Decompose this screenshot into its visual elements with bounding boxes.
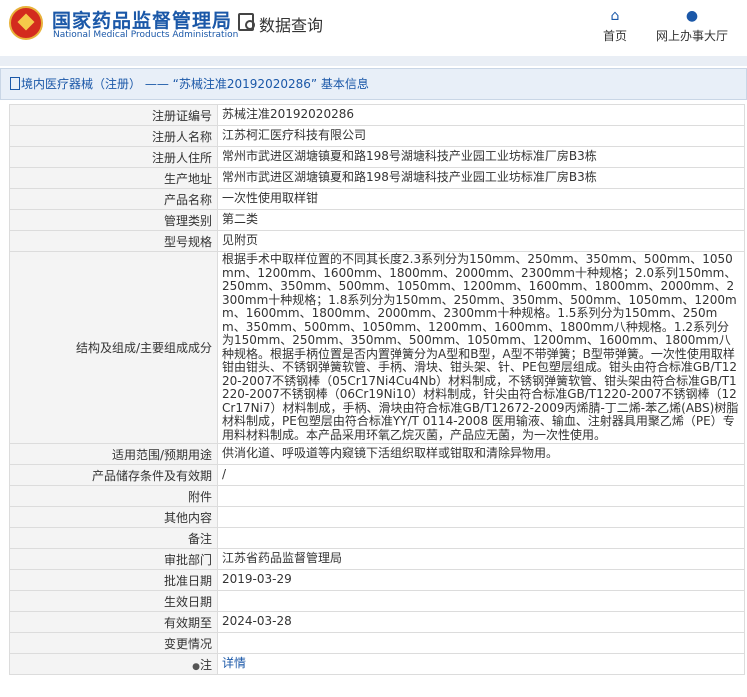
nav-home[interactable]: ⌂ 首页 xyxy=(598,8,632,44)
user-icon: ● xyxy=(685,8,699,24)
field-value: 2019-03-29 xyxy=(217,569,745,591)
field-value xyxy=(217,590,745,612)
nav-home-label: 首页 xyxy=(602,29,627,43)
field-label: 生效日期 xyxy=(9,590,218,612)
field-value: 江苏省药品监督管理局 xyxy=(217,548,745,570)
breadcrumb: 境内医疗器械（注册） —— “苏械注准20192020286” 基本信息 xyxy=(0,68,747,100)
field-value: 供消化道、呼吸道等内窥镜下活组织取样或钳取和清除异物用。 xyxy=(217,443,745,465)
field-label: 型号规格 xyxy=(9,230,218,252)
table-row: 备注 xyxy=(9,527,745,549)
field-value: 江苏柯汇医疗科技有限公司 xyxy=(217,125,745,147)
table-row: 型号规格 见附页 xyxy=(9,230,745,252)
field-label: 注册证编号 xyxy=(9,104,218,126)
field-label: 有效期至 xyxy=(9,611,218,633)
field-value: 常州市武进区湖塘镇夏和路198号湖塘科技产业园工业坊标准厂房B3栋 xyxy=(217,146,745,168)
field-label: 管理类别 xyxy=(9,209,218,231)
field-label: 审批部门 xyxy=(9,548,218,570)
field-label: 备注 xyxy=(9,527,218,549)
field-label: 产品名称 xyxy=(9,188,218,210)
field-value xyxy=(217,485,745,507)
table-row: 审批部门 江苏省药品监督管理局 xyxy=(9,548,745,570)
table-row: 产品名称 一次性使用取样钳 xyxy=(9,188,745,210)
table-row: 注册人住所 常州市武进区湖塘镇夏和路198号湖塘科技产业园工业坊标准厂房B3栋 xyxy=(9,146,745,168)
site-title[interactable]: 国家药品监督管理局 xyxy=(52,6,232,33)
field-value xyxy=(217,527,745,549)
field-label: 适用范围/预期用途 xyxy=(9,443,218,465)
table-row: 适用范围/预期用途 供消化道、呼吸道等内窥镜下活组织取样或钳取和清除异物用。 xyxy=(9,443,745,465)
field-label: 注册人名称 xyxy=(9,125,218,147)
note-icon: ● xyxy=(192,661,200,672)
site-header: 国家药品监督管理局 National Medical Products Admi… xyxy=(0,0,747,56)
field-value: 常州市武进区湖塘镇夏和路198号湖塘科技产业园工业坊标准厂房B3栋 xyxy=(217,167,745,189)
field-value: 苏械注准20192020286 xyxy=(217,104,745,126)
note-label: 注 xyxy=(199,657,212,672)
table-row: 注册人名称 江苏柯汇医疗科技有限公司 xyxy=(9,125,745,147)
table-row: 产品储存条件及有效期 / xyxy=(9,464,745,486)
field-label: 批准日期 xyxy=(9,569,218,591)
field-value: 根据手术中取样位置的不同其长度2.3系列分为150mm、250mm、350mm、… xyxy=(217,251,745,444)
breadcrumb-suffix: 基本信息 xyxy=(320,77,369,91)
header-divider xyxy=(0,56,747,66)
breadcrumb-record: “苏械注准20192020286” xyxy=(172,77,318,91)
home-icon: ⌂ xyxy=(610,8,620,24)
nav-online-service-hall[interactable]: ● 网上办事大厅 xyxy=(652,8,732,44)
table-row: 其他内容 xyxy=(9,506,745,528)
registration-detail-table: 注册证编号 苏械注准20192020286 注册人名称 江苏柯汇医疗科技有限公司 注册人… xyxy=(9,104,745,675)
nav-service-label: 网上办事大厅 xyxy=(655,29,728,43)
field-label: 变更情况 xyxy=(9,632,218,654)
details-link[interactable]: 详情 xyxy=(222,656,246,671)
table-row: 附件 xyxy=(9,485,745,507)
field-label: 结构及组成/主要组成成分 xyxy=(9,251,218,444)
field-value xyxy=(217,506,745,528)
table-row: 结构及组成/主要组成成分 根据手术中取样位置的不同其长度2.3系列分为150mm、… xyxy=(9,251,745,444)
note-value-cell: 详情 xyxy=(217,653,745,675)
field-value xyxy=(217,632,745,654)
field-value: 第二类 xyxy=(217,209,745,231)
site-subtitle: National Medical Products Administration xyxy=(53,30,239,40)
table-row: 注册证编号 苏械注准20192020286 xyxy=(9,104,745,126)
field-value: 2024-03-28 xyxy=(217,611,745,633)
table-row: 生产地址 常州市武进区湖塘镇夏和路198号湖塘科技产业园工业坊标准厂房B3栋 xyxy=(9,167,745,189)
table-row: 生效日期 xyxy=(9,590,745,612)
field-value: 见附页 xyxy=(217,230,745,252)
table-row: 管理类别 第二类 xyxy=(9,209,745,231)
note-row: ●注 详情 xyxy=(9,653,745,675)
document-icon xyxy=(10,77,20,90)
breadcrumb-separator: —— xyxy=(144,77,169,91)
field-value: / xyxy=(217,464,745,486)
field-label: 产品储存条件及有效期 xyxy=(9,464,218,486)
field-label: 附件 xyxy=(9,485,218,507)
table-row: 批准日期 2019-03-29 xyxy=(9,569,745,591)
note-label-cell: ●注 xyxy=(9,653,218,675)
field-label: 注册人住所 xyxy=(9,146,218,168)
nmpa-logo-icon[interactable] xyxy=(9,6,43,40)
data-query-title[interactable]: 数据查询 xyxy=(259,12,323,36)
field-value: 一次性使用取样钳 xyxy=(217,188,745,210)
field-label: 其他内容 xyxy=(9,506,218,528)
table-row: 变更情况 xyxy=(9,632,745,654)
breadcrumb-category: 境内医疗器械（注册） xyxy=(21,77,142,91)
data-query-icon xyxy=(238,13,255,31)
field-label: 生产地址 xyxy=(9,167,218,189)
table-row: 有效期至 2024-03-28 xyxy=(9,611,745,633)
